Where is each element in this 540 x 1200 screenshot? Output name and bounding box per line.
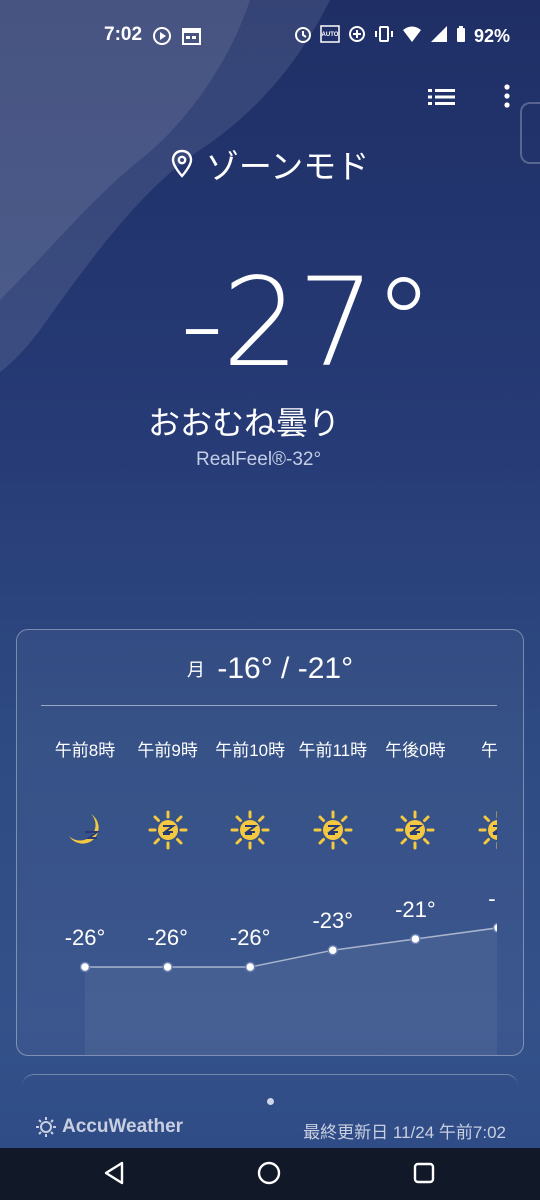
hour-temp: -26° — [147, 925, 188, 950]
hour-temp: -1 — [488, 885, 497, 911]
more-vert-icon — [504, 84, 510, 108]
current-condition: おおむね曇り — [148, 405, 341, 441]
accuweather-sun-icon — [36, 1117, 56, 1137]
hour-label: 午前11時 — [298, 741, 368, 760]
home-button[interactable] — [256, 1160, 282, 1191]
media-play-icon — [152, 26, 172, 51]
current-temperature: -27° — [180, 252, 434, 394]
temp-point — [327, 944, 339, 956]
auto-brightness-icon: AUTO — [320, 25, 340, 48]
hour-label: 午前10時 — [215, 741, 286, 760]
sun-icon — [230, 810, 270, 850]
hourly-scroll[interactable]: 午前8時 -26° 午前9時 -26° 午前10時 -26° 午前11時 -23° 午後0時 -2… — [17, 630, 497, 1055]
daily-forecast-card[interactable] — [22, 1074, 518, 1095]
hour-label: 午前8時 — [54, 741, 116, 760]
calendar-icon — [182, 27, 202, 50]
battery-icon — [456, 25, 466, 48]
hour-label: 午前9時 — [137, 741, 198, 760]
sun-icon — [395, 810, 435, 850]
hour-label: 午後0時 — [385, 741, 446, 760]
wifi-icon — [402, 25, 422, 48]
location-list-button[interactable] — [428, 86, 456, 113]
system-nav-bar — [0, 1148, 540, 1200]
hour-temp: -26° — [64, 925, 106, 950]
temp-point — [244, 961, 256, 973]
alarm-icon — [294, 25, 312, 48]
location-pin-icon — [171, 149, 192, 178]
hour-label: 午後 — [481, 741, 497, 760]
brand-name: AccuWeather — [62, 1116, 184, 1137]
moon-icon — [65, 810, 105, 850]
hourly-forecast-card[interactable]: 月 -16° / -21° 午前8時 -26° 午前9時 -26° 午前10時 -26° 午… — [16, 629, 524, 1056]
temp-point — [162, 961, 173, 973]
more-options-button[interactable] — [500, 84, 514, 113]
page-indicator — [267, 1098, 274, 1105]
hour-temp: -23° — [312, 908, 354, 934]
temp-point — [410, 933, 421, 945]
home-circle-icon — [257, 1161, 281, 1185]
status-time: 7:02 — [104, 24, 143, 45]
temp-point — [79, 961, 91, 973]
last-updated: 最終更新日 11/24 午前7:02 — [303, 1123, 506, 1142]
recents-square-icon — [413, 1162, 435, 1184]
accuweather-logo[interactable]: AccuWeather — [36, 1116, 183, 1138]
svg-text:AUTO: AUTO — [322, 32, 339, 38]
temp-point — [492, 922, 497, 933]
hour-temp: -21° — [395, 897, 436, 922]
back-triangle-icon — [104, 1161, 124, 1185]
signal-icon — [430, 25, 448, 48]
location-name: ゾーンモド — [205, 148, 370, 185]
status-bar: 7:02 AUTO 92% — [0, 0, 540, 72]
sun-icon — [313, 810, 353, 850]
vibrate-icon — [374, 25, 394, 48]
list-icon — [428, 89, 455, 105]
hour-temp: -26° — [229, 925, 271, 950]
sun-icon — [148, 810, 188, 850]
back-button[interactable] — [102, 1160, 126, 1191]
recents-button[interactable] — [412, 1160, 436, 1191]
location-header[interactable]: ゾーンモド — [0, 140, 540, 188]
data-saver-icon — [348, 25, 366, 48]
realfeel-temperature: RealFeel®-32° — [196, 449, 322, 470]
battery-percent: 92% — [473, 26, 510, 46]
sun-icon — [478, 810, 497, 850]
